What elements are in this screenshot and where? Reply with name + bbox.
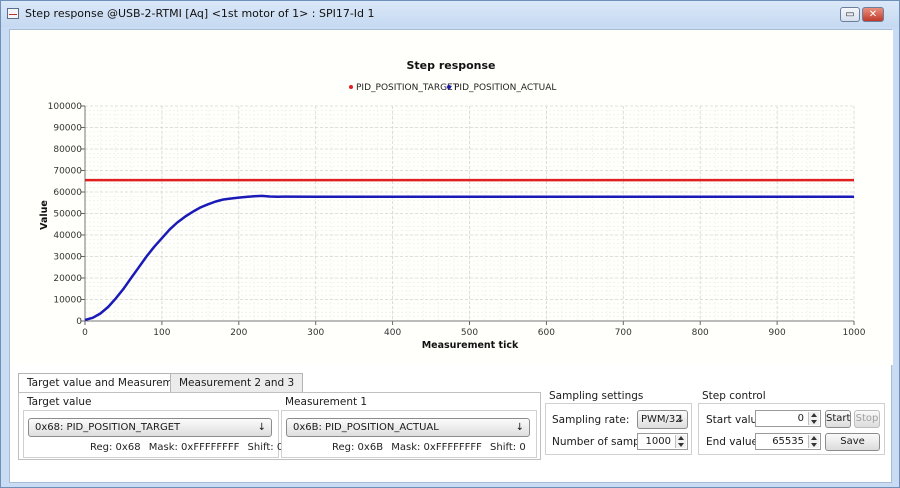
number-of-samples-input[interactable]: 1000 [637,433,688,450]
y-tick-label: 30000 [53,253,82,263]
window-title: Step response @USB-2-RTMI [Aq] <1st moto… [25,7,375,20]
legend-marker-actual [447,85,451,89]
tab-measurement-2-3[interactable]: Measurement 2 and 3 [170,373,304,393]
y-tick-label: 70000 [53,167,82,177]
measurement-shift: Shift: 0 [490,442,526,453]
close-icon[interactable]: ✕ [862,7,884,22]
title-bar[interactable]: Step response @USB-2-RTMI [Aq] <1st moto… [1,1,899,27]
start-value-input[interactable]: 0 [755,410,821,427]
target-register-info: Reg: 0x68 Mask: 0xFFFFFFFF Shift: 0 [90,442,288,453]
y-tick-label: 80000 [53,145,82,155]
legend-label-target: PID_POSITION_TARGET [356,83,459,93]
step-response-chart: Step response PID_POSITION_TARGET PID_PO… [39,59,866,351]
tab-panel: Target value 0x68: PID_POSITION_TARGET ↓… [18,392,541,460]
sampling-rate-value: PWM/32 [641,414,682,425]
measurement-1-group: 0x6B: PID_POSITION_ACTUAL ↓ Reg: 0x6B Ma… [281,410,537,458]
step-control-title: Step control [702,390,766,402]
measurement-reg: Reg: 0x6B [332,442,384,453]
number-of-samples-value: 1000 [645,436,671,447]
stop-button[interactable]: Stop [854,410,880,428]
sampling-settings-title: Sampling settings [549,390,644,402]
target-group-title: Target value [27,396,92,408]
app-icon [7,8,19,19]
x-tick-label: 800 [692,328,709,338]
y-tick-label: 20000 [53,274,82,284]
client-area: Step response PID_POSITION_TARGET PID_PO… [9,29,893,483]
chevron-down-icon: ↓ [676,414,685,425]
y-tick-label: 100000 [48,102,83,112]
legend-marker-target [349,85,353,89]
end-value-label: End value: [706,436,762,448]
measurement-register-info: Reg: 0x6B Mask: 0xFFFFFFFF Shift: 0 [332,442,531,453]
target-reg: Reg: 0x68 [90,442,141,453]
y-tick-label: 90000 [53,124,82,134]
chart-legend: PID_POSITION_TARGET PID_POSITION_ACTUAL [349,83,556,93]
x-tick-label: 0 [82,328,88,338]
spin-arrows-icon[interactable] [675,435,686,448]
spin-arrows-icon[interactable] [808,412,819,425]
x-tick-label: 600 [538,328,555,338]
x-tick-label: 500 [461,328,478,338]
x-axis-label: Measurement tick [422,340,519,351]
x-tick-label: 900 [769,328,786,338]
start-button[interactable]: Start [825,410,851,428]
y-tick-label: 0 [76,317,82,327]
x-tick-label: 1000 [843,328,866,338]
legend-label-actual: PID_POSITION_ACTUAL [454,83,556,93]
measurement-register-select[interactable]: 0x6B: PID_POSITION_ACTUAL ↓ [286,418,530,437]
step-control-group: Start value: 0 Start Stop End value: 655… [698,403,885,455]
spin-arrows-icon[interactable] [808,435,819,448]
x-tick-label: 700 [615,328,632,338]
end-value-input[interactable]: 65535 [755,433,821,450]
target-shift: Shift: 0 [247,442,284,453]
y-tick-label: 10000 [53,296,82,306]
sampling-rate-label: Sampling rate: [552,414,630,426]
end-value-value: 65535 [772,436,804,447]
start-value-value: 0 [797,413,804,424]
sampling-settings-group: Sampling rate: PWM/32 ↓ Number of sample… [545,403,692,455]
y-axis-label: Value [39,200,50,230]
chevron-down-icon: ↓ [515,422,524,433]
target-mask: Mask: 0xFFFFFFFF [148,442,240,453]
x-tick-label: 300 [307,328,324,338]
chart-area: Step response PID_POSITION_TARGET PID_PO… [10,30,893,365]
target-register-select[interactable]: 0x68: PID_POSITION_TARGET ↓ [28,418,272,437]
chart-title: Step response [406,59,495,72]
measurement-mask: Mask: 0xFFFFFFFF [391,442,482,453]
x-tick-label: 200 [230,328,247,338]
target-value-group: 0x68: PID_POSITION_TARGET ↓ Reg: 0x68 Ma… [23,410,283,458]
chart-axes: 0 100 200 300 400 500 600 700 800 900 100001000020… [48,102,866,338]
save-button[interactable]: Save [825,433,880,451]
measurement-register-value: 0x6B: PID_POSITION_ACTUAL [293,422,439,433]
chevron-down-icon: ↓ [257,422,266,433]
sampling-rate-select[interactable]: PWM/32 ↓ [637,410,688,429]
y-tick-label: 40000 [53,231,82,241]
x-tick-label: 100 [153,328,170,338]
x-tick-label: 400 [384,328,401,338]
y-tick-label: 60000 [53,188,82,198]
window: Step response @USB-2-RTMI [Aq] <1st moto… [0,0,900,488]
y-tick-label: 50000 [53,210,82,220]
measurement-group-title: Measurement 1 [285,396,368,408]
restore-icon[interactable]: ▭ [840,7,860,22]
target-register-value: 0x68: PID_POSITION_TARGET [35,422,181,433]
chart-grid [84,105,855,322]
